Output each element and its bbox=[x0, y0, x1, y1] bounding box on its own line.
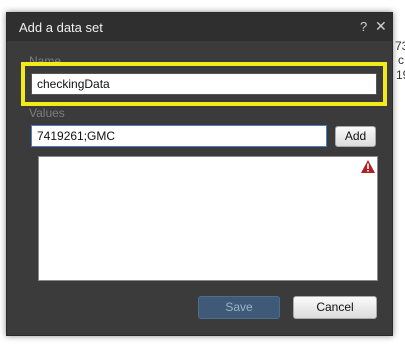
values-input[interactable]: 7419261;GMC bbox=[31, 125, 327, 147]
dialog-titlebar[interactable]: Add a data set ? ✕ bbox=[7, 13, 392, 41]
background-text-fragment: 73 bbox=[395, 39, 405, 53]
values-label: Values bbox=[29, 106, 65, 120]
values-list[interactable] bbox=[38, 156, 378, 281]
help-icon[interactable]: ? bbox=[360, 19, 367, 34]
name-field[interactable]: checkingData bbox=[31, 73, 377, 95]
background-text-fragment: 19 bbox=[396, 68, 405, 82]
save-button[interactable]: Save bbox=[198, 296, 280, 319]
add-button[interactable]: Add bbox=[335, 126, 376, 147]
add-data-set-dialog: Add a data set ? ✕ Name checkingData Val… bbox=[6, 12, 393, 336]
cancel-button[interactable]: Cancel bbox=[293, 296, 377, 319]
background-text-fragment: c bbox=[398, 53, 404, 67]
warning-icon bbox=[361, 160, 375, 173]
dialog-title: Add a data set bbox=[19, 20, 103, 35]
close-icon[interactable]: ✕ bbox=[375, 18, 387, 35]
